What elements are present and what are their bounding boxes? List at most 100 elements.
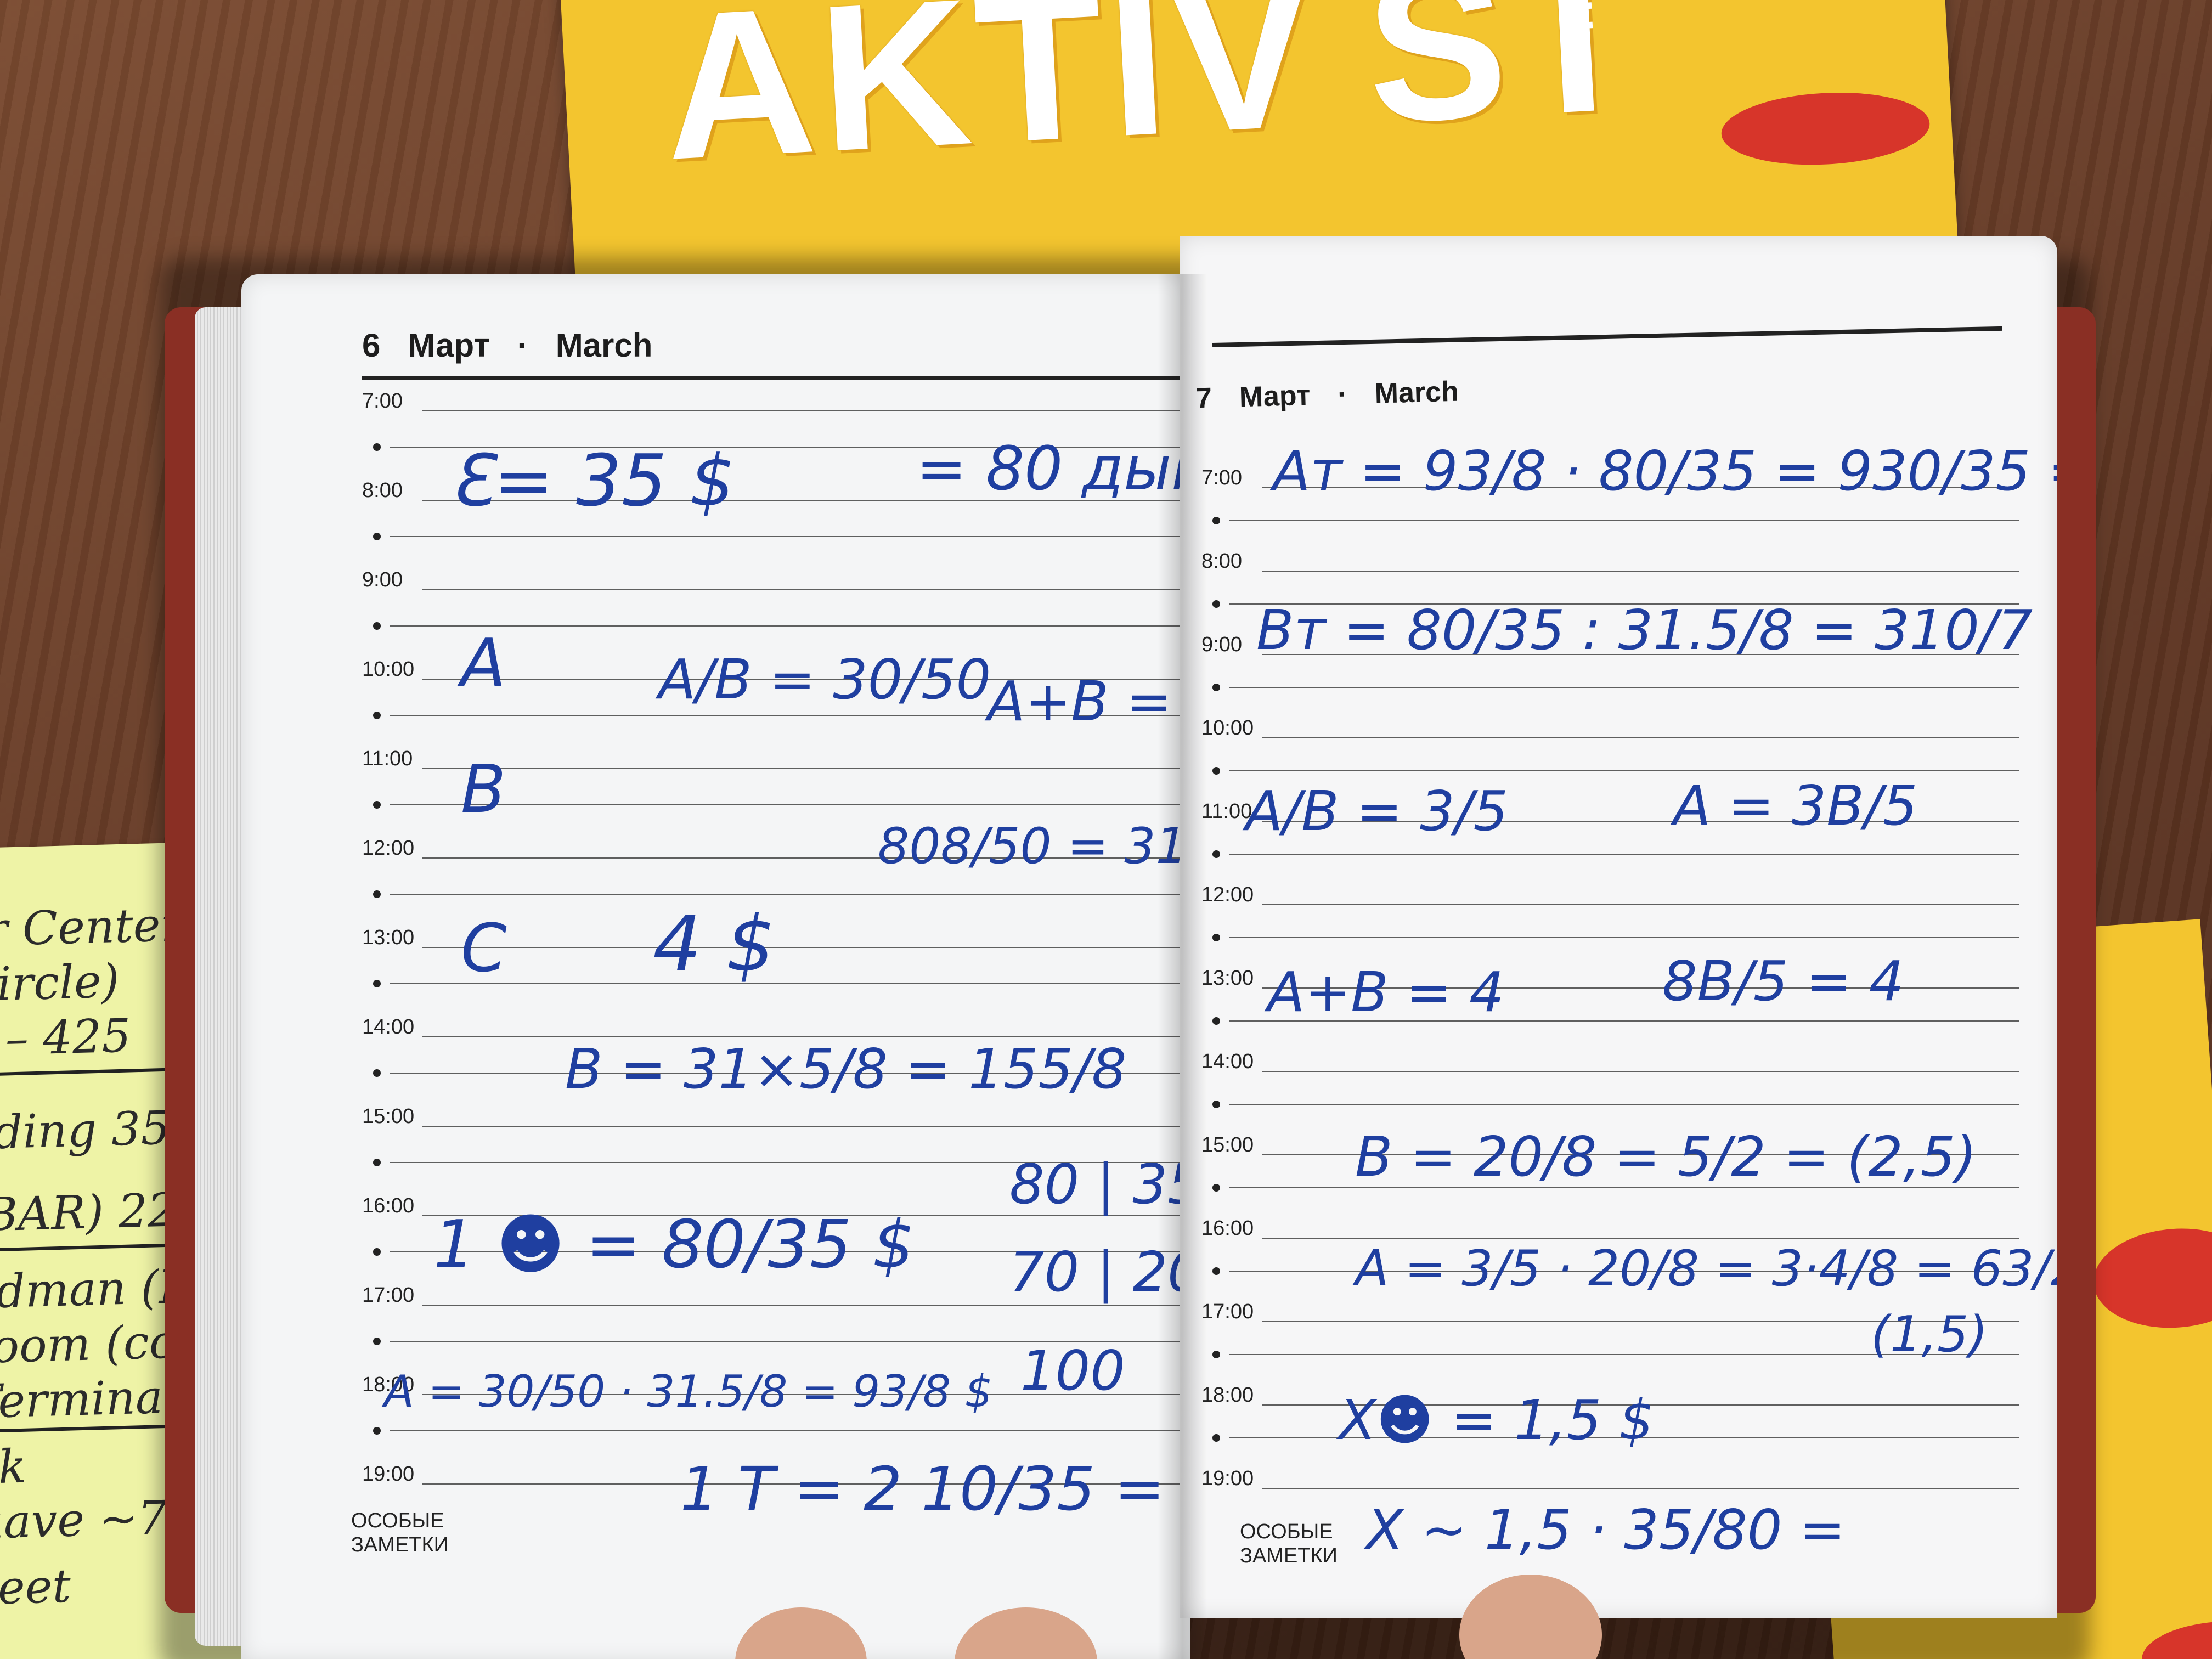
ruled-line <box>390 983 1190 984</box>
handwriting-line: 1 ☻ = 80/35 $ <box>433 1207 915 1283</box>
hour-label: 9:00 <box>1201 633 1242 656</box>
hour-label: 7:00 <box>362 390 403 413</box>
separator-dot: · <box>1337 379 1348 411</box>
hour-label: 10:00 <box>1201 716 1254 740</box>
hour-label: 19:00 <box>1201 1467 1254 1490</box>
half-hour-bullet <box>373 443 381 451</box>
handwriting-line: 1 T = 2 10/35 = 2 2/7 <box>680 1454 1190 1524</box>
hour-label: 15:00 <box>1201 1133 1254 1156</box>
handwriting-line: A+B = 4 <box>1267 960 1504 1024</box>
ruled-line <box>1229 520 2019 521</box>
ruled-line <box>1229 937 2019 938</box>
half-hour-bullet <box>373 532 381 540</box>
handwriting-line: 4 $ <box>653 900 775 989</box>
month-ru: Март <box>1239 379 1311 414</box>
notes-label: ОСОБЫЕ ЗАМЕТКИ <box>351 1509 449 1556</box>
sticky-line: (BAR) 22 <box>0 1183 178 1243</box>
hour-label: 10:00 <box>362 658 415 681</box>
hour-label: 13:00 <box>362 926 415 949</box>
hour-label: 12:00 <box>362 837 415 860</box>
hour-label: 17:00 <box>362 1284 415 1307</box>
handwriting-line: A/B = 30/50 <box>658 647 991 712</box>
hour-label: 7:00 <box>1201 466 1242 489</box>
handwriting-line: A = 30/50 · 31.5/8 = 93/8 $ <box>384 1366 993 1417</box>
half-hour-bullet <box>373 800 381 809</box>
notes-label: ОСОБЫЕ ЗАМЕТКИ <box>1240 1520 1338 1567</box>
separator-dot: · <box>517 327 528 364</box>
half-hour-bullet <box>1212 1434 1220 1442</box>
hour-label: 14:00 <box>362 1015 415 1039</box>
diary-left-page: 6 Март · March 7:00 8:00 9:00 10:00 11:00 12:… <box>241 274 1190 1659</box>
hour-label: 12:00 <box>1201 883 1254 906</box>
hour-label: 18:00 <box>1201 1384 1254 1407</box>
header-rule <box>362 376 1190 380</box>
ruled-line <box>422 1126 1190 1127</box>
magazine-title: AKTIV ST <box>658 0 1651 204</box>
lips-graphic <box>1719 87 1932 170</box>
hour-label: 9:00 <box>362 568 403 591</box>
handwriting-line: C <box>461 911 507 987</box>
half-hour-bullet <box>373 1426 381 1435</box>
handwriting-line: 100 <box>1020 1339 1125 1403</box>
month-ru: Март <box>408 327 490 364</box>
ruled-line <box>390 804 1190 805</box>
hour-label: 11:00 <box>362 747 413 770</box>
half-hour-bullet <box>1212 1101 1220 1108</box>
hour-label: 14:00 <box>1201 1050 1254 1073</box>
half-hour-bullet <box>373 1248 381 1256</box>
hour-label: 11:00 <box>1201 800 1252 823</box>
handwriting-line: (1,5) <box>1871 1306 1988 1363</box>
sticky-line: uave ~7 <box>0 1491 168 1550</box>
sticky-line: er Center <box>0 897 183 957</box>
handwriting-line: A <box>461 625 506 702</box>
ruled-line <box>1229 854 2019 855</box>
sticky-line: circle) <box>0 953 120 1012</box>
ruled-line <box>390 893 1190 895</box>
sticky-line: ck <box>0 1439 27 1495</box>
half-hour-bullet <box>1212 1017 1220 1025</box>
hour-label: 16:00 <box>1201 1217 1254 1240</box>
hour-label: 17:00 <box>1201 1300 1254 1323</box>
half-hour-bullet <box>373 711 381 719</box>
half-hour-bullet <box>1212 850 1220 858</box>
handwriting-line: X☻ = 1,5 $ <box>1339 1388 1654 1452</box>
diary-right-page: 7 Март · March 7:00 8:00 9:00 10:00 11:00 12:… <box>1180 236 2057 1618</box>
month-en: March <box>1374 375 1459 410</box>
ruled-line <box>1229 770 2019 771</box>
half-hour-bullet <box>1212 767 1220 775</box>
sticky-line: 2 – 425 <box>0 1008 132 1066</box>
hour-label: 19:00 <box>362 1463 415 1486</box>
handwriting-line: Ɛ= 35 $ <box>450 439 735 522</box>
ruled-line <box>1262 1238 2019 1239</box>
left-page-header: 6 Март · March <box>362 326 652 364</box>
half-hour-bullet <box>1212 934 1220 941</box>
handwriting-line: B = 20/8 = 5/2 = (2,5) <box>1355 1125 1977 1189</box>
half-hour-bullet <box>1212 1351 1220 1358</box>
half-hour-bullet <box>373 1069 381 1077</box>
magazine-vertical-text: НОВ <box>1548 0 1603 33</box>
handwriting-line: = 80 дык <box>916 433 1190 504</box>
month-en: March <box>555 327 653 364</box>
lips-graphic <box>2090 1223 2212 1334</box>
half-hour-bullet <box>373 1158 381 1166</box>
half-hour-bullet <box>1212 1184 1220 1192</box>
ruled-line <box>390 1430 1190 1431</box>
half-hour-bullet <box>1212 1267 1220 1275</box>
handwriting-line: A = 3B/5 <box>1673 774 1918 838</box>
ruled-line <box>422 410 1190 411</box>
handwriting-line: B <box>461 752 506 828</box>
handwriting-line: Aт = 93/8 · 80/35 = 930/35 = <box>1273 439 2057 503</box>
handwriting-line: 8B/5 = 4 <box>1662 949 1904 1013</box>
photo-scene: AKTIV ST НОВ er Center circle) 2 – 425 i… <box>0 0 2212 1659</box>
sticky-line: reet <box>0 1559 72 1616</box>
ruled-line <box>390 625 1190 627</box>
ruled-line <box>1262 904 2019 905</box>
lips-graphic <box>2140 1616 2212 1659</box>
handwriting-line: A = 3/5 · 20/8 = 3·4/8 = 63/2 <box>1355 1240 2057 1297</box>
ruled-line <box>1262 1488 2019 1489</box>
ruled-line <box>422 589 1190 590</box>
ruled-line <box>1229 1104 2019 1105</box>
half-hour-bullet <box>373 979 381 988</box>
hour-label: 15:00 <box>362 1105 415 1128</box>
right-page-header: 7 Март · March <box>1195 375 1459 415</box>
